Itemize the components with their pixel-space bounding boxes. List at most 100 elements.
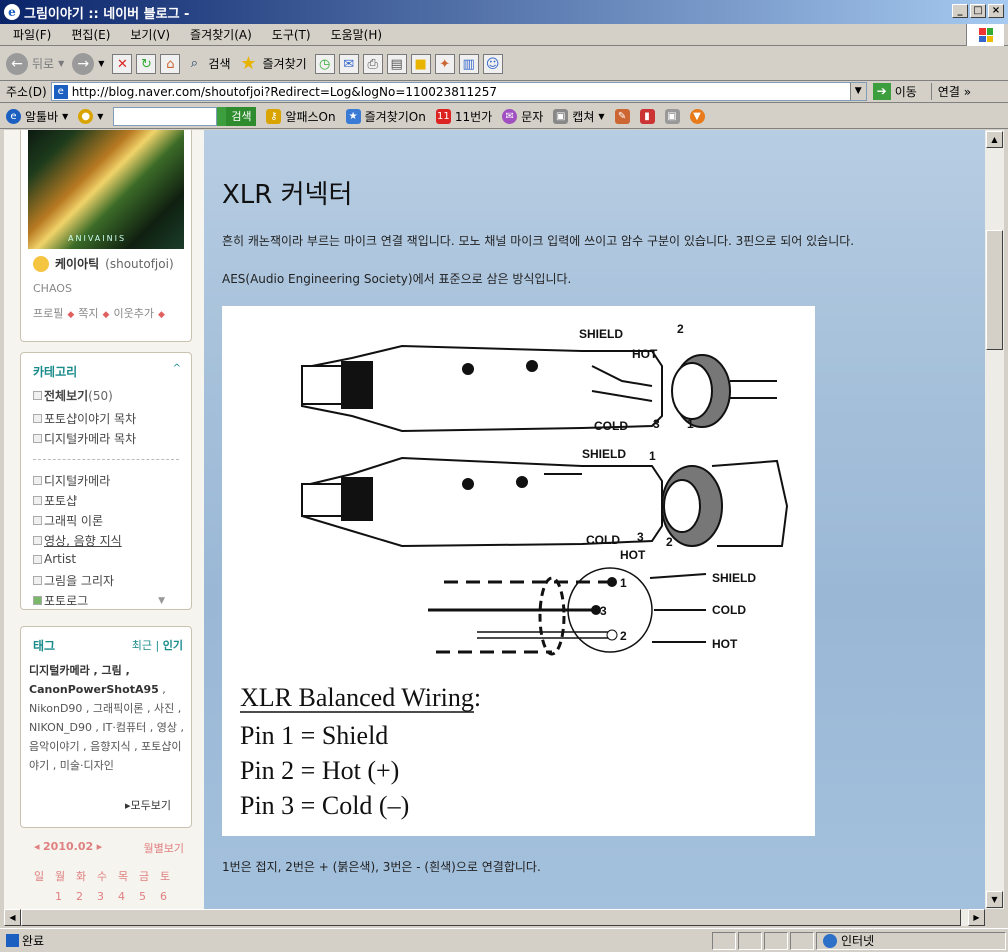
scroll-down-icon[interactable]: ▼ — [986, 891, 1003, 908]
edit-icon[interactable]: ▤ — [386, 53, 407, 74]
address-input[interactable]: e http://blog.naver.com/shoutofjoi?Redir… — [50, 82, 867, 101]
wiring-pin1: Pin 1 = Shield — [240, 721, 388, 750]
search-button[interactable]: ⌕ 검색 — [184, 54, 231, 74]
forward-button[interactable]: → ▼ — [72, 52, 104, 75]
cold-label-1: COLD — [594, 419, 628, 433]
expand-icon[interactable]: ▼ — [158, 596, 165, 606]
update-icon[interactable]: ▼ — [689, 108, 705, 124]
horizontal-scrollbar[interactable]: ◀ ▶ — [4, 909, 985, 926]
category-item-camera[interactable]: 디지털카메라 — [33, 472, 110, 489]
tag-title: 태그 — [33, 639, 56, 653]
hot-label-1: HOT — [632, 347, 658, 361]
message-link[interactable]: 쪽지 — [78, 307, 98, 320]
print-icon[interactable]: ⎙ — [362, 53, 383, 74]
category-item-draw[interactable]: 그림을 그리자 — [33, 572, 114, 589]
maximize-button[interactable]: □ — [970, 4, 986, 18]
category-item-artist[interactable]: Artist — [33, 552, 76, 566]
pin1-label-2: 1 — [649, 449, 656, 463]
windows-logo-icon — [966, 24, 1004, 46]
category-toggle-icon[interactable]: ^ — [173, 363, 181, 374]
mail-icon[interactable]: ✉ — [338, 53, 359, 74]
menu-edit[interactable]: 편집(E) — [64, 26, 117, 43]
status-page-icon — [6, 934, 19, 947]
scroll-right-icon[interactable]: ▶ — [968, 909, 985, 926]
wiring-heading: XLR Balanced Wiring: — [240, 683, 481, 712]
messenger-icon[interactable]: ☺ — [482, 53, 503, 74]
category-item-photolog[interactable]: 포토로그 ▼ — [33, 592, 165, 609]
category-item-photoshop[interactable]: 포토샵 — [33, 492, 77, 509]
research-icon[interactable]: ▥ — [458, 53, 479, 74]
star-icon: ★ — [240, 52, 257, 74]
history-icon[interactable]: ◷ — [314, 53, 335, 74]
cold-label-2: COLD — [586, 533, 620, 547]
save-icon[interactable]: ▣ — [664, 108, 680, 124]
shield-label-2: SHIELD — [582, 447, 626, 461]
tag-popular-link[interactable]: 인기 — [163, 639, 183, 652]
go-button[interactable]: ➔ 이동 — [872, 83, 917, 100]
menu-bar: 파일(F) 편집(E) 보기(V) 즐겨찾기(A) 도구(T) 도움말(H) — [0, 24, 1008, 46]
shield-label-3: SHIELD — [712, 571, 756, 585]
tag-box: 태그 최근 | 인기 디지털카메라 , 그림 , CanonPowerShotA… — [20, 626, 192, 828]
month-nav[interactable]: ◂ 2010.02 ▸ — [34, 840, 102, 856]
menu-help[interactable]: 도움말(H) — [324, 26, 390, 43]
search-dropdown-icon[interactable] — [217, 106, 227, 126]
add-neighbor-link[interactable]: 이웃추가 — [113, 307, 153, 320]
hot-label-3: HOT — [712, 637, 738, 651]
horizontal-scroll-thumb[interactable] — [21, 909, 961, 926]
alpass-button[interactable]: ⚷ 알패스On — [266, 108, 336, 125]
post-title: XLR 커넥터 — [222, 180, 353, 210]
profile-link[interactable]: 프로필 — [33, 307, 63, 320]
favon-button[interactable]: ★ 즐겨찾기On — [345, 108, 426, 125]
cold-label-3: COLD — [712, 603, 746, 617]
monthly-view-link[interactable]: 월별보기 — [144, 840, 184, 856]
category-box: 카테고리 ^ 전체보기 (50) 포토샵이야기 목차 디지털카메라 목차 디지털카… — [20, 352, 192, 610]
vertical-scrollbar[interactable]: ▲ ▼ — [985, 130, 1004, 909]
favorites-button[interactable]: ★ 즐겨찾기 — [239, 52, 306, 74]
category-item-graphic[interactable]: 그래픽 이론 — [33, 512, 103, 529]
view-all-tags-link[interactable]: ▸모두보기 — [125, 797, 171, 813]
profile-name[interactable]: 케이아틱 (shoutofjoi) — [33, 255, 174, 272]
scroll-up-icon[interactable]: ▲ — [986, 131, 1003, 148]
sms-button[interactable]: ✉ 문자 — [502, 108, 543, 125]
address-dropdown-icon[interactable]: ▼ — [849, 83, 866, 100]
book-icon[interactable]: ▮ — [639, 108, 655, 124]
capture-button[interactable]: ▣ 캡쳐 ▼ — [553, 108, 605, 125]
scroll-left-icon[interactable]: ◀ — [4, 909, 21, 926]
altool-search-input[interactable] — [113, 106, 218, 126]
stop-icon[interactable]: ✕ — [112, 53, 133, 74]
menu-favorites[interactable]: 즐겨찾기(A) — [183, 26, 259, 43]
tag-recent-link[interactable]: 최근 — [132, 639, 152, 652]
category-item-camera-index[interactable]: 디지털카메라 목차 — [33, 430, 136, 447]
eleven-button[interactable]: 11 11번가 — [435, 108, 492, 125]
tag-cloud: 디지털카메라 , 그림 , CanonPowerShotA95 , NikonD… — [29, 664, 184, 772]
altool-search-button[interactable]: 검색 — [226, 106, 257, 126]
close-button[interactable]: × — [988, 4, 1004, 18]
note-icon[interactable]: ■ — [410, 53, 431, 74]
menu-tools[interactable]: 도구(T) — [265, 26, 318, 43]
vertical-scroll-thumb[interactable] — [986, 230, 1003, 350]
post-paragraph-1: 흔히 캐논잭이라 부르는 마이크 연결 잭입니다. 모노 채널 마이크 입력에 … — [222, 234, 855, 248]
category-item-photoshop-index[interactable]: 포토샵이야기 목차 — [33, 410, 136, 427]
back-button[interactable]: ← 뒤로 ▼ — [6, 52, 64, 75]
bookmark-icon[interactable]: ✦ — [434, 53, 455, 74]
home-icon[interactable]: ⌂ — [160, 53, 181, 74]
pin1-label-3: 1 — [620, 576, 627, 590]
category-item-av[interactable]: 영상, 음향 지식 — [33, 532, 122, 549]
page-icon: e — [53, 84, 68, 99]
category-item-all[interactable]: 전체보기 (50) — [33, 387, 113, 404]
altool-button[interactable]: e 알툴바 ▼ — [6, 108, 68, 125]
xlr-diagram-svg: SHIELD HOT COLD 2 3 1 SHIELD 1 COLD HOT … — [240, 322, 789, 820]
links-button[interactable]: 연결 » — [930, 83, 971, 100]
refresh-icon[interactable]: ↻ — [136, 53, 157, 74]
bee-menu-button[interactable]: ● ▼ — [78, 108, 103, 124]
broom-icon[interactable]: ✎ — [614, 108, 630, 124]
menu-view[interactable]: 보기(V) — [123, 26, 177, 43]
minimize-button[interactable]: _ — [952, 4, 968, 18]
profile-links: 프로필 ◆ 쪽지 ◆ 이웃추가 ◆ — [33, 307, 165, 320]
menu-file[interactable]: 파일(F) — [6, 26, 58, 43]
pin2-label-2: 2 — [666, 535, 673, 549]
pin2-label-3: 2 — [620, 629, 627, 643]
calendar: ◂ 2010.02 ▸ 월별보기 일월화수목금토 123456 — [34, 840, 184, 903]
shield-label-1: SHIELD — [579, 327, 623, 341]
pin2-label-1: 2 — [677, 322, 684, 336]
